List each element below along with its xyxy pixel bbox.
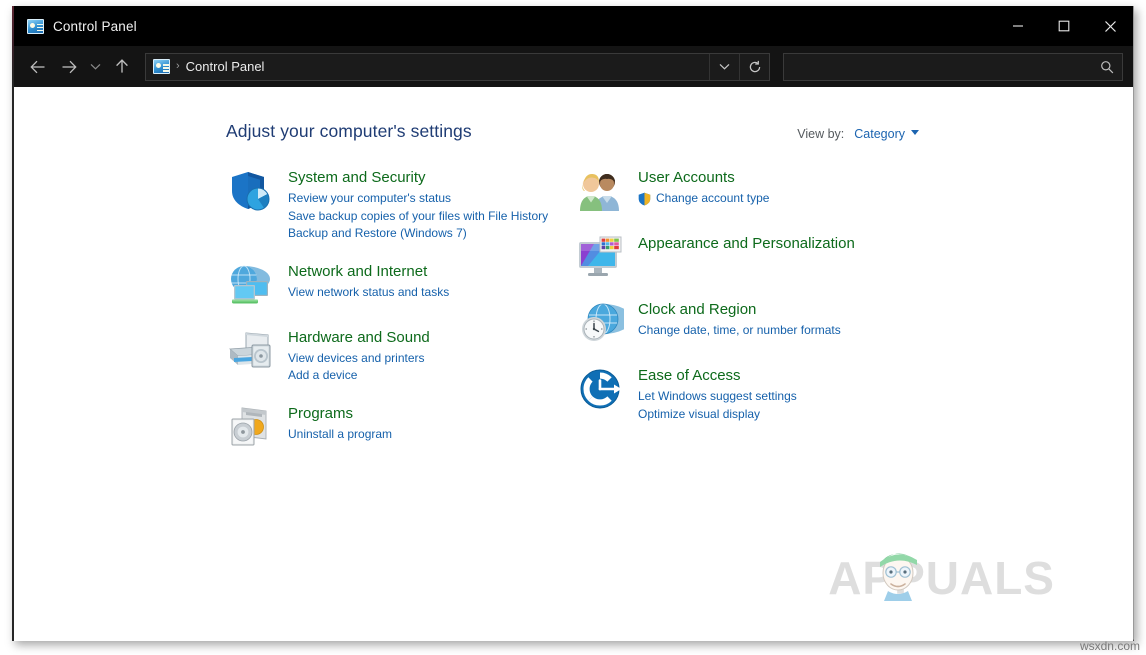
- category-user-accounts: User Accounts Change account type: [576, 167, 936, 215]
- title-bar-left: Control Panel: [14, 18, 137, 34]
- forward-arrow-icon[interactable]: [53, 52, 84, 82]
- category-text: Programs Uninstall a program: [288, 403, 392, 451]
- close-button[interactable]: [1087, 6, 1133, 46]
- breadcrumb-control-panel-icon: [153, 59, 170, 74]
- minimize-button[interactable]: [995, 6, 1041, 46]
- category-text: Appearance and Personalization: [638, 233, 855, 281]
- category-appearance-and-personalization: Appearance and Personalization: [576, 233, 936, 281]
- category-title-link[interactable]: System and Security: [288, 168, 548, 188]
- ease-of-access-icon: [576, 365, 624, 413]
- watermark-text: APPUALS: [828, 552, 1055, 604]
- category-task-link-label: Change account type: [656, 191, 770, 205]
- back-arrow-icon[interactable]: [22, 52, 53, 82]
- uac-shield-icon: [638, 192, 651, 206]
- page-title: Adjust your computer's settings: [226, 121, 472, 141]
- title-bar: Control Panel: [14, 6, 1133, 46]
- category-title-link[interactable]: User Accounts: [638, 168, 769, 188]
- navigation-bar: › Control Panel: [14, 46, 1133, 87]
- category-text: Ease of Access Let Windows suggest settin…: [638, 365, 797, 423]
- control-panel-icon: [27, 18, 44, 34]
- breadcrumb[interactable]: › Control Panel: [146, 59, 709, 74]
- right-column: User Accounts Change account type Appear…: [576, 167, 936, 441]
- category-task-link[interactable]: View network status and tasks: [288, 284, 449, 302]
- category-ease-of-access: Ease of Access Let Windows suggest settin…: [576, 365, 936, 423]
- category-task-link[interactable]: Add a device: [288, 367, 430, 385]
- breadcrumb-item-control-panel[interactable]: Control Panel: [186, 59, 265, 74]
- category-title-link[interactable]: Ease of Access: [638, 366, 797, 386]
- search-box[interactable]: [783, 52, 1123, 81]
- category-task-link[interactable]: Optimize visual display: [638, 406, 797, 424]
- control-panel-content: Adjust your computer's settings View by:…: [14, 87, 1133, 641]
- category-network-and-internet: Network and Internet View network status …: [226, 261, 566, 309]
- up-arrow-icon[interactable]: [106, 52, 137, 82]
- window-title: Control Panel: [53, 18, 137, 34]
- breadcrumb-separator: ›: [176, 60, 180, 72]
- refresh-icon[interactable]: [739, 53, 769, 80]
- users-icon: [576, 167, 624, 215]
- appuals-mascot-icon: [880, 553, 918, 601]
- category-text: Network and Internet View network status …: [288, 261, 449, 309]
- category-text: Hardware and Sound View devices and print…: [288, 327, 430, 385]
- address-bar[interactable]: › Control Panel: [145, 52, 770, 81]
- category-task-link[interactable]: View devices and printers: [288, 350, 430, 368]
- view-by-control: View by: Category: [797, 127, 919, 141]
- category-title-link[interactable]: Network and Internet: [288, 262, 449, 282]
- category-clock-and-region: Clock and Region Change date, time, or nu…: [576, 299, 936, 347]
- category-hardware-and-sound: Hardware and Sound View devices and print…: [226, 327, 566, 385]
- source-watermark: wsxdn.com: [1079, 639, 1140, 653]
- recent-locations-chevron-down-icon[interactable]: [84, 52, 106, 82]
- search-input[interactable]: [784, 59, 1092, 74]
- category-text: User Accounts Change account type: [638, 167, 769, 215]
- maximize-button[interactable]: [1041, 6, 1087, 46]
- view-by-value: Category: [854, 127, 905, 141]
- control-panel-window: Control Panel › Control Panel Adjust you…: [12, 6, 1134, 641]
- view-by-dropdown[interactable]: Category: [854, 127, 919, 141]
- left-column: System and Security Review your computer'…: [226, 167, 566, 469]
- category-system-and-security: System and Security Review your computer'…: [226, 167, 566, 243]
- shield-pie-icon: [226, 167, 274, 215]
- category-task-link[interactable]: Let Windows suggest settings: [638, 388, 797, 406]
- category-title-link[interactable]: Appearance and Personalization: [638, 234, 855, 254]
- category-text: System and Security Review your computer'…: [288, 167, 548, 243]
- globe-clock-icon: [576, 299, 624, 347]
- monitor-palette-icon: [576, 233, 624, 281]
- category-title-link[interactable]: Programs: [288, 404, 392, 424]
- category-title-link[interactable]: Hardware and Sound: [288, 328, 430, 348]
- category-task-link[interactable]: Save backup copies of your files with Fi…: [288, 208, 548, 226]
- program-box-disc-icon: [226, 403, 274, 451]
- category-programs: Programs Uninstall a program: [226, 403, 566, 451]
- category-title-link[interactable]: Clock and Region: [638, 300, 841, 320]
- category-task-link[interactable]: Review your computer's status: [288, 190, 548, 208]
- view-by-label: View by:: [797, 127, 845, 141]
- network-globe-monitors-icon: [226, 261, 274, 309]
- printer-speaker-icon: [226, 327, 274, 375]
- search-icon[interactable]: [1092, 54, 1122, 80]
- caret-down-icon: [911, 129, 919, 135]
- category-task-link[interactable]: Backup and Restore (Windows 7): [288, 225, 548, 243]
- category-task-link[interactable]: Uninstall a program: [288, 426, 392, 444]
- address-dropdown-chevron-down-icon[interactable]: [709, 53, 739, 80]
- category-task-link[interactable]: Change date, time, or number formats: [638, 322, 841, 340]
- category-task-link[interactable]: Change account type: [638, 190, 769, 208]
- category-text: Clock and Region Change date, time, or nu…: [638, 299, 841, 347]
- watermark: APPUALS: [828, 551, 1055, 605]
- window-controls: [995, 6, 1133, 46]
